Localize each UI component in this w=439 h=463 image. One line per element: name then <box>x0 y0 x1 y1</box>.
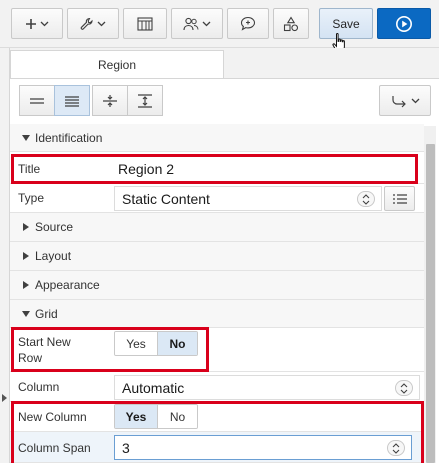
expand-all-button[interactable] <box>127 85 163 116</box>
expand-arrow-icon <box>2 394 7 402</box>
new-column-toggle: Yes No <box>114 404 198 429</box>
expand-icon <box>138 93 152 108</box>
wrench-icon <box>80 17 93 30</box>
column-span-select[interactable]: 3 <box>114 435 412 460</box>
shapes-icon <box>283 15 299 31</box>
title-label: Title <box>18 162 41 176</box>
column-value: Automatic <box>122 379 185 396</box>
group-grid[interactable]: Grid <box>10 300 424 328</box>
chevron-down-icon <box>202 21 211 26</box>
utilities-menu-button[interactable] <box>67 8 119 39</box>
column-span-value: 3 <box>122 439 130 456</box>
select-arrows-icon <box>395 380 413 396</box>
show-common-button[interactable] <box>19 85 55 116</box>
group-label: Identification <box>35 130 103 145</box>
new-column-label: New Column <box>18 410 87 424</box>
property-column: Column Automatic <box>10 372 424 402</box>
start-new-row-toggle: Yes No <box>114 331 198 356</box>
property-column-span: Column Span 3 <box>10 432 424 463</box>
new-column-no[interactable]: No <box>157 405 197 428</box>
group-label: Appearance <box>35 278 100 292</box>
collapse-triangle-icon <box>22 310 30 317</box>
run-icon <box>396 15 412 32</box>
expand-triangle-icon <box>23 252 29 260</box>
start-new-row-no[interactable]: No <box>157 332 197 355</box>
start-new-row-yes[interactable]: Yes <box>115 332 157 355</box>
chevron-down-icon <box>411 98 419 103</box>
select-arrows-icon <box>357 191 375 207</box>
collapse-triangle-icon <box>22 134 30 141</box>
lines-icon <box>30 97 44 104</box>
shapes-button[interactable] <box>273 8 309 39</box>
type-select[interactable]: Static Content <box>114 186 382 211</box>
team-development-button[interactable] <box>171 8 223 39</box>
lines-dense-icon <box>65 95 79 107</box>
collapse-icon <box>103 94 117 107</box>
list-view-button[interactable] <box>384 186 415 211</box>
type-value: Static Content <box>122 190 210 207</box>
group-layout[interactable]: Layout <box>10 242 424 271</box>
new-column-yes[interactable]: Yes <box>115 405 157 428</box>
toolbar: Save <box>0 0 439 52</box>
go-to-arrow-icon <box>391 95 406 107</box>
display-mode-buttons <box>19 85 163 116</box>
comments-button[interactable] <box>227 8 269 39</box>
scrollbar-thumb[interactable] <box>426 144 435 463</box>
run-button[interactable] <box>377 8 431 39</box>
users-icon <box>183 17 199 30</box>
collapse-all-button[interactable] <box>92 85 128 116</box>
chevron-down-icon <box>40 21 49 26</box>
property-new-column: New Column Yes No <box>10 402 424 432</box>
group-identification[interactable]: Identification <box>10 124 424 152</box>
select-arrows-icon <box>387 440 405 456</box>
group-appearance[interactable]: Appearance <box>10 271 424 300</box>
add-menu-button[interactable] <box>11 8 63 39</box>
shared-components-button[interactable] <box>123 8 167 39</box>
layout-grid-icon <box>137 16 153 31</box>
column-select[interactable]: Automatic <box>114 375 420 400</box>
left-splitter[interactable] <box>0 48 10 463</box>
tab-region[interactable]: Region <box>10 50 224 79</box>
column-label: Column <box>18 380 60 394</box>
show-all-button[interactable] <box>54 85 90 116</box>
property-type: Type Static Content <box>10 184 424 213</box>
group-source[interactable]: Source <box>10 213 424 242</box>
property-start-new-row: Start New Row Yes No <box>10 328 424 372</box>
column-span-label: Column Span <box>18 441 91 455</box>
start-new-row-label: Start New Row <box>18 335 71 365</box>
group-label: Layout <box>35 249 72 263</box>
add-icon <box>26 18 36 29</box>
expand-triangle-icon <box>23 223 29 231</box>
comment-icon <box>240 16 256 31</box>
group-label: Grid <box>35 306 58 321</box>
type-label: Type <box>18 191 45 205</box>
chevron-down-icon <box>97 21 106 26</box>
title-field[interactable]: Region 2 <box>114 156 410 181</box>
property-title: Title Region 2 <box>10 153 424 184</box>
list-icon <box>392 193 407 204</box>
expand-triangle-icon <box>23 281 29 289</box>
group-label: Source <box>35 220 74 234</box>
go-to-group-button[interactable] <box>379 85 431 116</box>
